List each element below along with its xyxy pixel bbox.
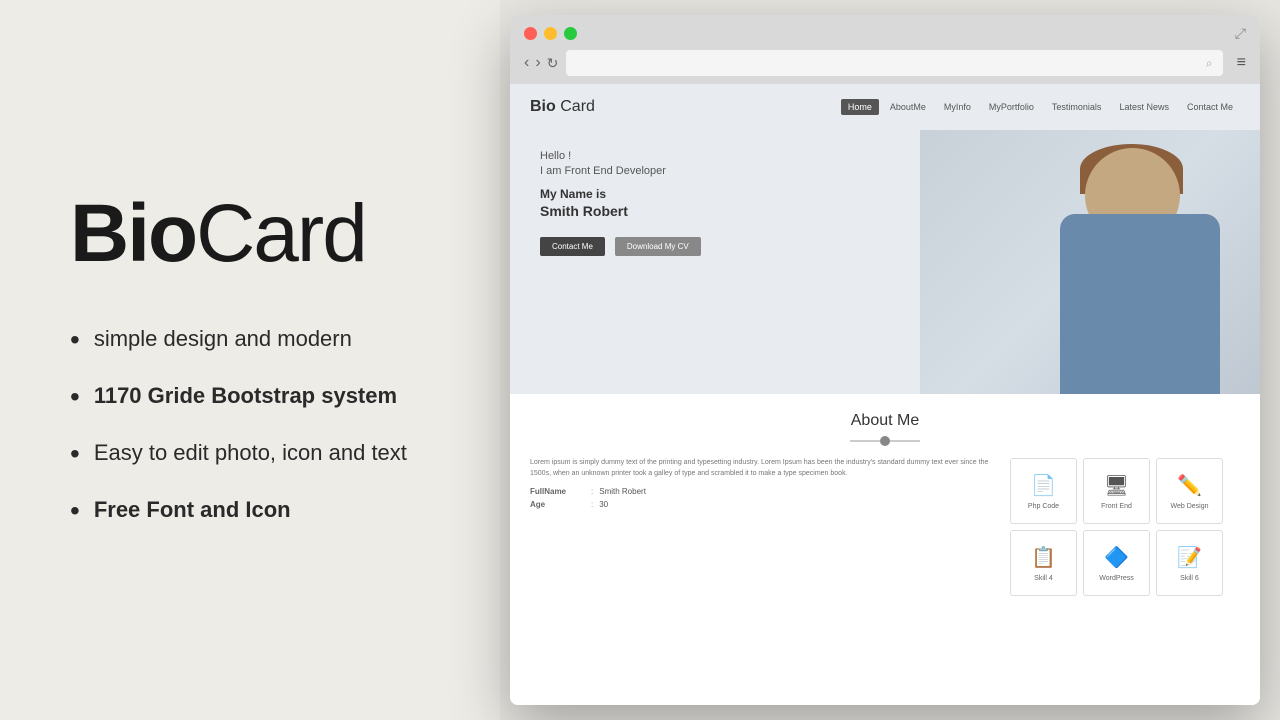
about-divider	[530, 436, 1240, 446]
skill-card-3: ✏️ Web Design	[1156, 458, 1223, 524]
hero-name: Smith Robert	[540, 203, 701, 219]
feature-text-1: simple design and modern	[94, 325, 352, 354]
info-value-age: 30	[599, 500, 608, 509]
bullet-2: •	[70, 382, 80, 413]
back-button[interactable]: ‹	[524, 54, 529, 72]
nav-testimonials[interactable]: Testimonials	[1045, 99, 1109, 115]
contact-me-button[interactable]: Contact Me	[540, 237, 605, 256]
address-bar[interactable]: ⌕	[566, 50, 1222, 76]
feature-item-1: • simple design and modern	[70, 325, 440, 356]
hero-person-bg	[920, 130, 1260, 394]
divider-dot	[880, 436, 890, 446]
nav-portfolio[interactable]: MyPortfolio	[982, 99, 1041, 115]
bullet-3: •	[70, 439, 80, 470]
refresh-button[interactable]: ↻	[547, 55, 559, 72]
browser-menu-icon[interactable]: ≡	[1231, 54, 1246, 72]
skill-card-4: 📋 Skill 4	[1010, 530, 1077, 596]
feature-text-4: Free Font and Icon	[94, 496, 291, 525]
skill-card-5: 🔷 WordPress	[1083, 530, 1150, 596]
nav-latest-news[interactable]: Latest News	[1112, 99, 1176, 115]
divider-line-right	[890, 440, 920, 442]
hero-text: Hello ! I am Front End Developer My Name…	[510, 130, 701, 394]
nav-myinfo[interactable]: MyInfo	[937, 99, 978, 115]
skill-icon-2: 🖥	[1104, 473, 1129, 498]
info-label-age: Age	[530, 500, 585, 509]
hero-role: I am Front End Developer	[540, 165, 701, 177]
info-sep-2: :	[591, 500, 593, 509]
about-body: Lorem ipsum is simply dummy text of the …	[530, 458, 1240, 596]
skill-label-5: WordPress	[1099, 575, 1134, 582]
hero-name-intro: My Name is	[540, 187, 701, 201]
bullet-4: •	[70, 496, 80, 527]
resize-icon: ⤢	[1235, 25, 1246, 42]
about-section: About Me Lorem ipsum is simply dummy tex…	[510, 394, 1260, 705]
nav-contact[interactable]: Contact Me	[1180, 99, 1240, 115]
skill-icon-5: 🔷	[1104, 545, 1129, 570]
skills-col: 📄 Php Code 🖥 Front End ✏️ Web Design	[1010, 458, 1240, 596]
skill-label-2: Front End	[1101, 503, 1132, 510]
about-paragraph: Lorem ipsum is simply dummy text of the …	[530, 458, 996, 479]
dot-red[interactable]	[524, 27, 537, 40]
about-text-col: Lorem ipsum is simply dummy text of the …	[530, 458, 996, 596]
about-header: About Me	[530, 412, 1240, 446]
about-info-row-2: Age : 30	[530, 500, 996, 509]
info-label-fullname: FullName	[530, 487, 585, 496]
nav-home[interactable]: Home	[841, 99, 879, 115]
left-panel: BioCard • simple design and modern • 117…	[0, 0, 500, 720]
site-navbar: Bio Card Home AboutMe MyInfo MyPortfolio…	[510, 84, 1260, 130]
feature-text-2: 1170 Gride Bootstrap system	[94, 382, 397, 411]
divider-line-left	[850, 440, 880, 442]
skill-label-3: Web Design	[1170, 503, 1208, 510]
title-block: BioCard	[70, 193, 440, 275]
dot-yellow[interactable]	[544, 27, 557, 40]
hero-hello: Hello !	[540, 150, 701, 162]
dot-green[interactable]	[564, 27, 577, 40]
person-body	[1060, 214, 1220, 394]
website-content: Bio Card Home AboutMe MyInfo MyPortfolio…	[510, 84, 1260, 705]
right-panel: ⤢ ‹ › ↻ ⌕ ≡	[500, 0, 1280, 720]
skill-icon-4: 📋	[1031, 545, 1056, 570]
feature-item-4: • Free Font and Icon	[70, 496, 440, 527]
title-bold: Bio	[70, 188, 196, 279]
hero-section: Bio Card Home AboutMe MyInfo MyPortfolio…	[510, 84, 1260, 394]
browser-nav-bar: ‹ › ↻ ⌕ ≡	[524, 50, 1246, 76]
browser-top-bar: ⤢	[524, 25, 1246, 42]
hero-photo	[920, 130, 1260, 394]
forward-button[interactable]: ›	[535, 54, 540, 72]
site-logo: Bio Card	[530, 98, 595, 116]
skill-label-4: Skill 4	[1034, 575, 1053, 582]
browser-dots	[524, 27, 577, 40]
site-logo-bold: Bio	[530, 98, 556, 115]
skill-icon-1: 📄	[1031, 473, 1056, 498]
main-container: BioCard • simple design and modern • 117…	[0, 0, 1280, 720]
search-icon: ⌕	[1206, 56, 1213, 71]
bullet-1: •	[70, 325, 80, 356]
info-value-fullname: Smith Robert	[599, 487, 646, 496]
skill-icon-3: ✏️	[1177, 473, 1202, 498]
site-nav-items: Home AboutMe MyInfo MyPortfolio Testimon…	[841, 99, 1240, 115]
skill-card-6: 📝 Skill 6	[1156, 530, 1223, 596]
browser-chrome: ⤢ ‹ › ↻ ⌕ ≡	[510, 15, 1260, 84]
skill-label-1: Php Code	[1028, 503, 1059, 510]
nav-aboutme[interactable]: AboutMe	[883, 99, 933, 115]
title-light: Card	[196, 188, 366, 279]
hero-body: Hello ! I am Front End Developer My Name…	[510, 130, 1260, 394]
skill-card-2: 🖥 Front End	[1083, 458, 1150, 524]
about-title: About Me	[530, 412, 1240, 430]
feature-item-2: • 1170 Gride Bootstrap system	[70, 382, 440, 413]
skill-label-6: Skill 6	[1180, 575, 1199, 582]
feature-text-3: Easy to edit photo, icon and text	[94, 439, 407, 468]
features-list: • simple design and modern • 1170 Gride …	[70, 325, 440, 526]
info-sep-1: :	[591, 487, 593, 496]
download-cv-button[interactable]: Download My CV	[615, 237, 701, 256]
browser-window: ⤢ ‹ › ↻ ⌕ ≡	[510, 15, 1260, 705]
skill-card-1: 📄 Php Code	[1010, 458, 1077, 524]
nav-arrows: ‹ › ↻	[524, 54, 558, 72]
feature-item-3: • Easy to edit photo, icon and text	[70, 439, 440, 470]
site-logo-light: Card	[560, 98, 595, 115]
hero-buttons: Contact Me Download My CV	[540, 237, 701, 256]
skill-icon-6: 📝	[1177, 545, 1202, 570]
about-info-row-1: FullName : Smith Robert	[530, 487, 996, 496]
